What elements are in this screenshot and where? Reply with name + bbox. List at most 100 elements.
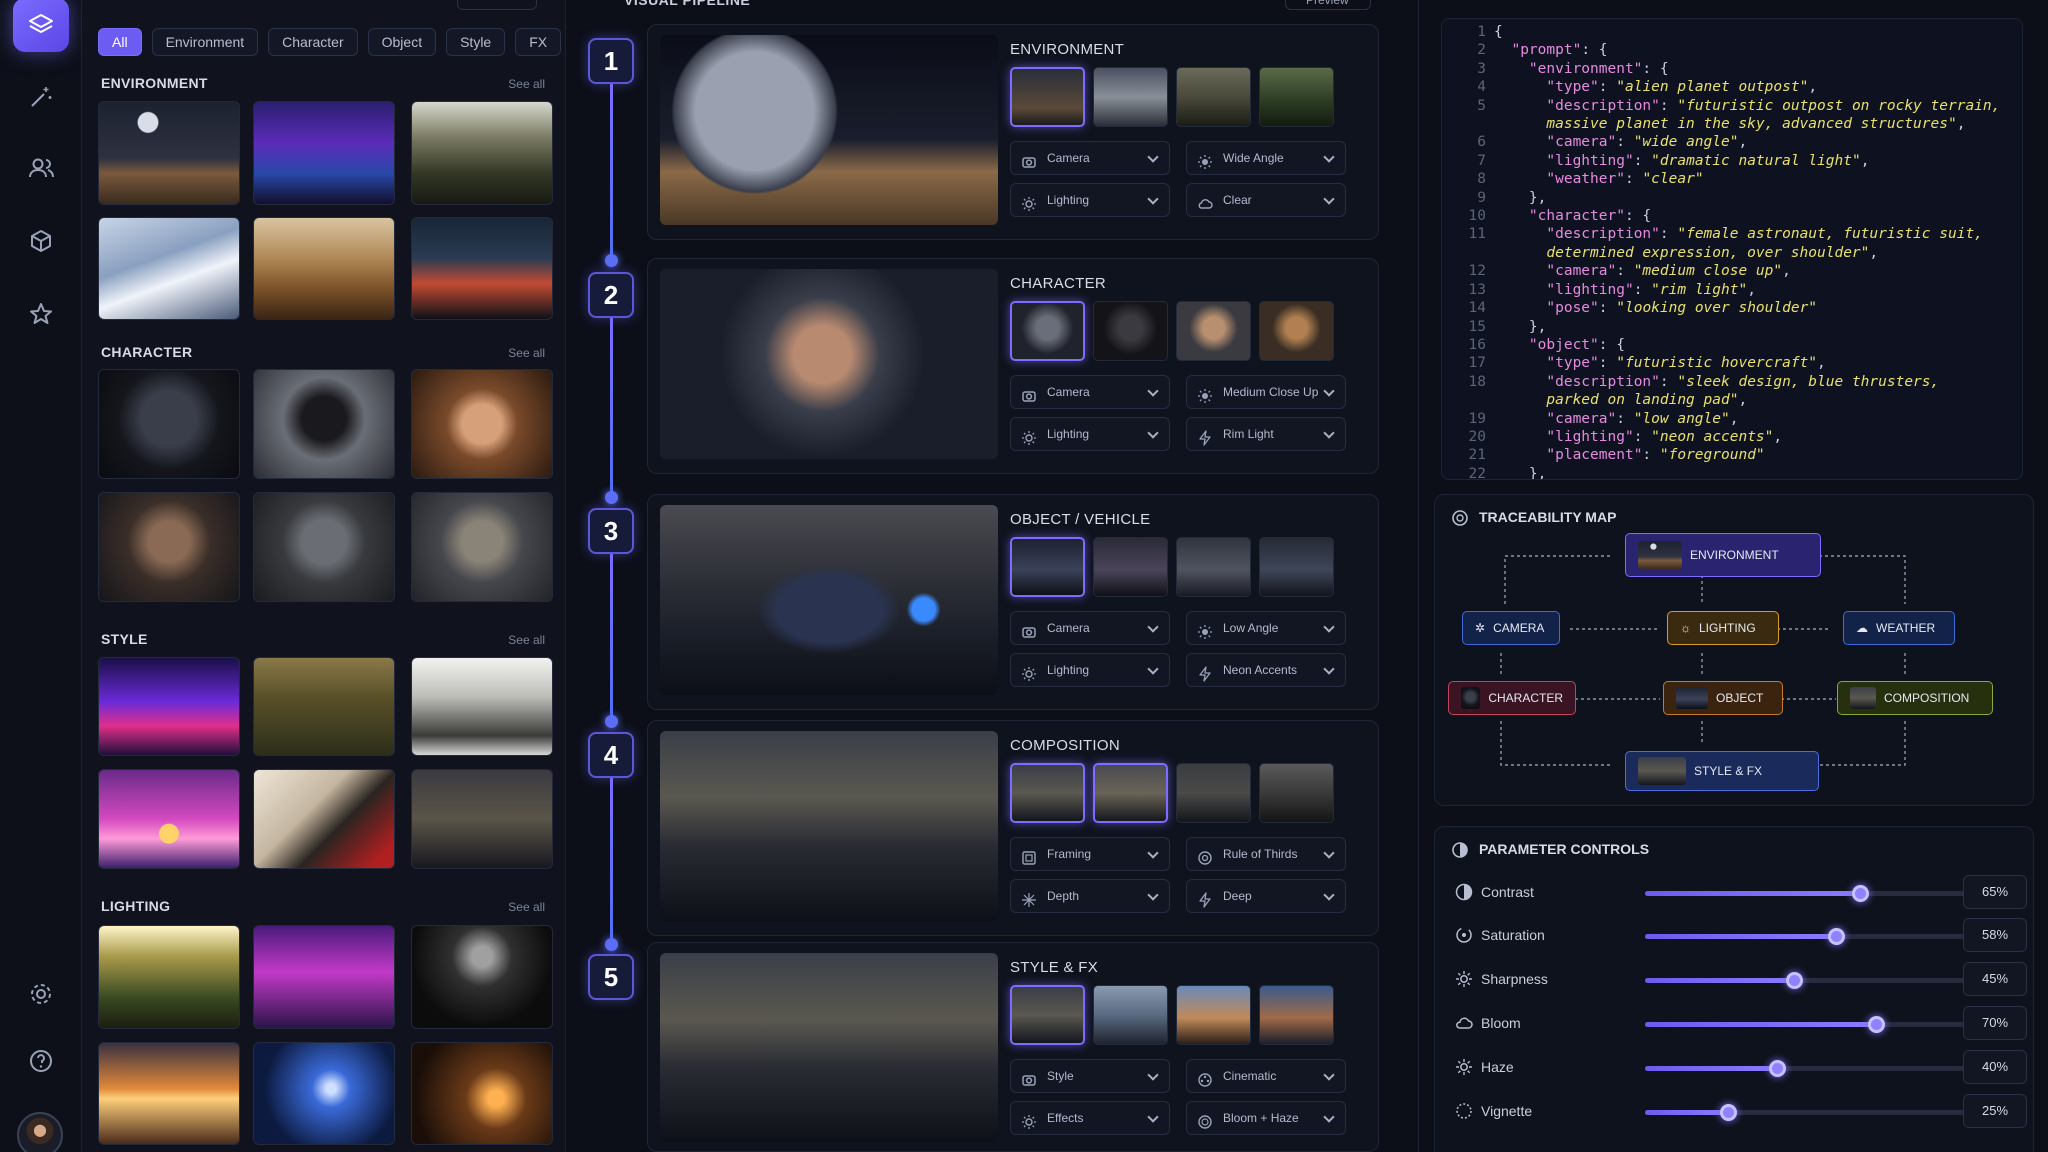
trace-node-environment[interactable]: ENVIRONMENT [1625,533,1821,577]
option-thumb[interactable] [1093,537,1168,597]
slider-handle[interactable] [1769,1060,1786,1077]
option-thumb[interactable] [1093,67,1168,127]
slider-track[interactable] [1645,972,1975,989]
rule-dropdown[interactable]: Rule of Thirds [1186,837,1346,871]
slider-track[interactable] [1645,1104,1975,1121]
filter-object[interactable]: Object [367,28,437,56]
see-all-environment[interactable]: See all [508,77,545,91]
option-thumb[interactable] [1093,985,1168,1045]
shot-dropdown[interactable]: Medium Close Up [1186,375,1346,409]
option-thumb[interactable] [1259,985,1334,1045]
accent-dropdown[interactable]: Neon Accents [1186,653,1346,687]
library-thumb[interactable] [411,1042,553,1145]
lighting-dropdown[interactable]: Lighting [1010,417,1170,451]
library-thumb[interactable] [253,369,395,479]
option-thumb-selected[interactable] [1010,67,1085,127]
library-thumb[interactable] [411,369,553,479]
param-value[interactable]: 40% [1963,1050,2027,1084]
param-value[interactable]: 70% [1963,1006,2027,1040]
users-icon[interactable] [25,152,57,184]
angle-dropdown[interactable]: Low Angle [1186,611,1346,645]
filter-style[interactable]: Style [446,28,506,56]
library-thumb[interactable] [411,492,553,602]
slider-track[interactable] [1645,928,1975,945]
see-all-style[interactable]: See all [508,633,545,647]
see-all-lighting[interactable]: See all [508,900,545,914]
angle-dropdown[interactable]: Wide Angle [1186,141,1346,175]
library-thumb[interactable] [98,369,240,479]
library-thumb[interactable] [253,101,395,205]
option-thumb[interactable] [1259,763,1334,823]
depth-dropdown[interactable]: Depth [1010,879,1170,913]
library-thumb[interactable] [98,769,240,869]
star-icon[interactable] [25,298,57,330]
light-type-dropdown[interactable]: Rim Light [1186,417,1346,451]
library-thumb[interactable] [98,657,240,756]
trace-node-weather[interactable]: ☁ WEATHER [1843,611,1955,645]
settings-icon[interactable] [25,978,57,1010]
slider-handle[interactable] [1720,1104,1737,1121]
trace-node-object[interactable]: OBJECT [1663,681,1783,715]
json-prompt-editor[interactable]: 1 2 3 4 5 6 7 8 9 10 11 12 13 14 15 16 1… [1441,18,2023,480]
option-thumb[interactable] [1093,301,1168,361]
library-thumb[interactable] [411,101,553,205]
param-value[interactable]: 25% [1963,1094,2027,1128]
option-thumb-selected[interactable] [1010,985,1085,1045]
option-thumb-selected[interactable] [1010,763,1085,823]
option-thumb[interactable] [1176,763,1251,823]
trace-node-camera[interactable]: ✲ CAMERA [1462,611,1560,645]
option-thumb[interactable] [1259,301,1334,361]
library-thumb[interactable] [253,925,395,1029]
library-thumb[interactable] [253,492,395,602]
library-thumb[interactable] [98,492,240,602]
filter-character[interactable]: Character [268,28,358,56]
library-thumb[interactable] [98,217,240,320]
slider-track[interactable] [1645,1016,1975,1033]
library-thumb[interactable] [253,657,395,756]
camera-dropdown[interactable]: Camera [1010,611,1170,645]
cube-icon[interactable] [25,225,57,257]
bloom-haze-dropdown[interactable]: Bloom + Haze [1186,1101,1346,1135]
cinematic-dropdown[interactable]: Cinematic [1186,1059,1346,1093]
filter-all[interactable]: All [98,28,142,56]
slider-handle[interactable] [1828,928,1845,945]
option-thumb[interactable] [1259,67,1334,127]
slider-track[interactable] [1645,1060,1975,1077]
effects-dropdown[interactable]: Effects [1010,1101,1170,1135]
library-thumb[interactable] [98,101,240,205]
trace-node-character[interactable]: CHARACTER [1448,681,1576,715]
param-value[interactable]: 65% [1963,875,2027,909]
slider-track[interactable] [1645,885,1975,902]
library-thumb[interactable] [411,769,553,869]
library-thumb[interactable] [411,925,553,1029]
lighting-dropdown[interactable]: Lighting [1010,653,1170,687]
magic-wand-icon[interactable] [25,81,57,113]
trace-node-composition[interactable]: COMPOSITION [1837,681,1993,715]
layers-icon[interactable] [13,0,69,52]
camera-dropdown[interactable]: Camera [1010,141,1170,175]
option-thumb[interactable] [1176,67,1251,127]
library-thumb[interactable] [253,1042,395,1145]
filter-environment[interactable]: Environment [151,28,259,56]
search-button[interactable] [457,0,537,10]
option-thumb-selected[interactable] [1010,537,1085,597]
library-thumb[interactable] [411,657,553,756]
filter-fx[interactable]: FX [515,28,562,56]
help-icon[interactable] [25,1045,57,1077]
option-thumb[interactable] [1176,537,1251,597]
trace-node-lighting[interactable]: ☼ LIGHTING [1667,611,1779,645]
style-dropdown[interactable]: Style [1010,1059,1170,1093]
slider-handle[interactable] [1868,1016,1885,1033]
slider-handle[interactable] [1786,972,1803,989]
depth-value-dropdown[interactable]: Deep [1186,879,1346,913]
param-value[interactable]: 45% [1963,962,2027,996]
param-value[interactable]: 58% [1963,918,2027,952]
option-thumb-selected[interactable] [1010,301,1085,361]
camera-dropdown[interactable]: Camera [1010,375,1170,409]
option-thumb[interactable] [1259,537,1334,597]
framing-dropdown[interactable]: Framing [1010,837,1170,871]
trace-node-style-fx[interactable]: STYLE & FX [1625,751,1819,791]
option-thumb[interactable] [1176,985,1251,1045]
avatar[interactable] [17,1112,63,1152]
library-thumb[interactable] [253,217,395,320]
